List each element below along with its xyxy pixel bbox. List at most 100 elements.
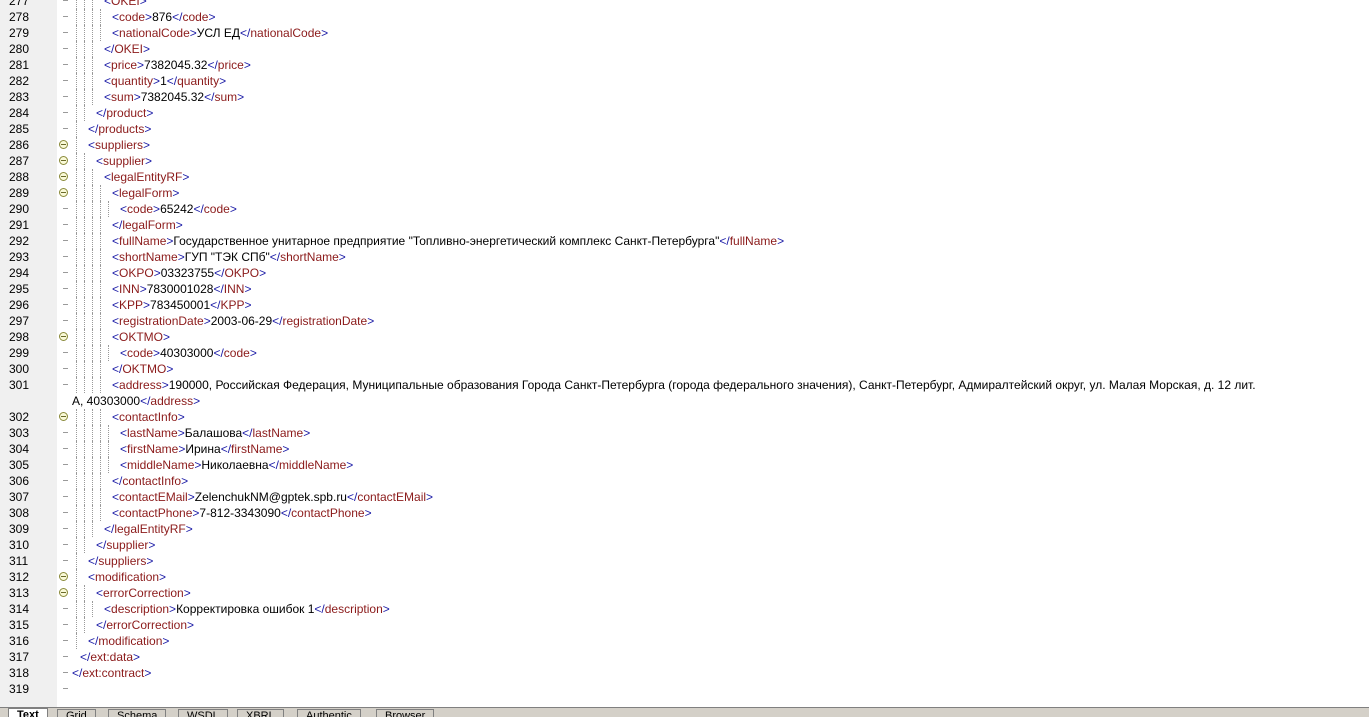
- xml-text-value: 7382045.32: [140, 90, 205, 104]
- fold-guide-tick: [63, 208, 68, 209]
- fold-collapse-icon[interactable]: [59, 140, 68, 149]
- xml-bracket: <: [112, 234, 120, 248]
- indent-guide: [84, 617, 86, 633]
- code-line[interactable]: 291 </legalForm>: [0, 217, 1369, 233]
- xml-bracket: </: [112, 474, 123, 488]
- code-line-continuation[interactable]: А, 40303000</address>: [0, 393, 1369, 409]
- xml-tag-name: address: [150, 394, 194, 408]
- code-text: <fullName>Государственное унитарное пред…: [112, 234, 784, 248]
- line-number: 304: [9, 442, 30, 456]
- xml-bracket: <: [88, 138, 96, 152]
- code-line[interactable]: 283 <sum>7382045.32</sum>: [0, 89, 1369, 105]
- code-line[interactable]: 295 <INN>7830001028</INN>: [0, 281, 1369, 297]
- code-line[interactable]: 318 </ext:contract>: [0, 665, 1369, 681]
- code-line[interactable]: 285 </products>: [0, 121, 1369, 137]
- code-line[interactable]: 293 <shortName>ГУП "ТЭК СПб"</shortName>: [0, 249, 1369, 265]
- fold-guide-tick: [63, 0, 68, 1]
- code-line[interactable]: 304 <firstName>Ирина</firstName>: [0, 441, 1369, 457]
- xml-tag-name: modification: [95, 570, 160, 584]
- code-line[interactable]: 282 <quantity>1</quantity>: [0, 73, 1369, 89]
- code-line[interactable]: 288 <legalEntityRF>: [0, 169, 1369, 185]
- code-line[interactable]: 300 </OKTMO>: [0, 361, 1369, 377]
- fold-collapse-icon[interactable]: [59, 588, 68, 597]
- indent-guide: [76, 473, 78, 489]
- code-line[interactable]: 294 <OKPO>03323755</OKPO>: [0, 265, 1369, 281]
- code-text: <code>876</code>: [112, 10, 215, 24]
- indent-guide: [92, 313, 94, 329]
- fold-collapse-icon[interactable]: [59, 188, 68, 197]
- code-text: <lastName>Балашова</lastName>: [120, 426, 310, 440]
- fold-collapse-icon[interactable]: [59, 412, 68, 421]
- xml-text-value: ГУП "ТЭК СПб": [184, 250, 270, 264]
- line-number: 285: [9, 122, 30, 136]
- xml-tag-name: nationalCode: [119, 26, 190, 40]
- line-number: 301: [9, 378, 30, 392]
- xml-bracket: >: [426, 490, 434, 504]
- code-line[interactable]: 299 <code>40303000</code>: [0, 345, 1369, 361]
- code-line[interactable]: 317 </ext:data>: [0, 649, 1369, 665]
- code-line[interactable]: 306 </contactInfo>: [0, 473, 1369, 489]
- code-line[interactable]: 292 <fullName>Государственное унитарное п…: [0, 233, 1369, 249]
- code-line[interactable]: 280 </OKEI>: [0, 41, 1369, 57]
- code-line[interactable]: 302 <contactInfo>: [0, 409, 1369, 425]
- line-number: 292: [9, 234, 30, 248]
- fold-collapse-icon[interactable]: [59, 156, 68, 165]
- xml-bracket: <: [112, 314, 120, 328]
- code-line[interactable]: 298 <OKTMO>: [0, 329, 1369, 345]
- fold-collapse-icon[interactable]: [59, 332, 68, 341]
- fold-guide-tick: [63, 528, 68, 529]
- code-line[interactable]: 319: [0, 681, 1369, 697]
- xml-bracket: >: [203, 314, 211, 328]
- code-line[interactable]: 316 </modification>: [0, 633, 1369, 649]
- xml-bracket: <: [104, 90, 112, 104]
- code-line[interactable]: 289 <legalForm>: [0, 185, 1369, 201]
- indent-guide: [76, 585, 78, 601]
- code-line[interactable]: 278 <code>876</code>: [0, 9, 1369, 25]
- xml-bracket: >: [146, 554, 154, 568]
- indent-guide: [100, 297, 102, 313]
- code-line[interactable]: 315 </errorCorrection>: [0, 617, 1369, 633]
- code-text: <suppliers>: [88, 138, 150, 152]
- code-line[interactable]: 313 <errorCorrection>: [0, 585, 1369, 601]
- code-text: </OKTMO>: [112, 362, 173, 376]
- xml-tag-name: INN: [119, 282, 140, 296]
- line-number: 287: [9, 154, 30, 168]
- code-line[interactable]: 279 <nationalCode>УСЛ ЕД</nationalCode>: [0, 25, 1369, 41]
- xml-editor[interactable]: 277 <OKEI> 278 <code>876</code> 279 <national…: [0, 0, 1369, 707]
- xml-bracket: </: [269, 250, 281, 264]
- code-line[interactable]: 290 <code>65242</code>: [0, 201, 1369, 217]
- code-line[interactable]: 312 <modification>: [0, 569, 1369, 585]
- xml-bracket: </: [88, 122, 99, 136]
- code-line[interactable]: 297 <registrationDate>2003-06-29</registr…: [0, 313, 1369, 329]
- xml-tag-name: registrationDate: [119, 314, 204, 328]
- code-line[interactable]: 301 <address>190000, Российская Федерация…: [0, 377, 1369, 393]
- fold-collapse-icon[interactable]: [59, 572, 68, 581]
- xml-bracket: <: [120, 346, 128, 360]
- indent-guide: [76, 105, 78, 121]
- xml-bracket: <: [104, 170, 112, 184]
- xml-bracket: <: [112, 378, 120, 392]
- code-line[interactable]: 296 <KPP>783450001</KPP>: [0, 297, 1369, 313]
- code-line[interactable]: 305 <middleName>Николаевна</middleName>: [0, 457, 1369, 473]
- code-line[interactable]: 277 <OKEI>: [0, 0, 1369, 9]
- line-number: 293: [9, 250, 30, 264]
- xml-tag-name: contactInfo: [122, 474, 182, 488]
- code-line[interactable]: 281 <price>7382045.32</price>: [0, 57, 1369, 73]
- xml-bracket: <: [112, 490, 120, 504]
- fold-collapse-icon[interactable]: [59, 172, 68, 181]
- code-line[interactable]: 286 <suppliers>: [0, 137, 1369, 153]
- indent-guide: [92, 41, 94, 57]
- code-line[interactable]: 311 </suppliers>: [0, 553, 1369, 569]
- code-line[interactable]: 309 </legalEntityRF>: [0, 521, 1369, 537]
- code-line[interactable]: 307 <contactEMail>ZelenchukNM@gptek.spb.r…: [0, 489, 1369, 505]
- indent-guide: [92, 0, 94, 9]
- code-line[interactable]: 303 <lastName>Балашова</lastName>: [0, 425, 1369, 441]
- xml-text-value: Николаевна: [201, 458, 269, 472]
- indent-guide: [84, 0, 86, 9]
- code-line[interactable]: 284 </product>: [0, 105, 1369, 121]
- code-line[interactable]: 310 </supplier>: [0, 537, 1369, 553]
- code-line[interactable]: 308 <contactPhone>7-812-3343090</contactP…: [0, 505, 1369, 521]
- code-line[interactable]: 287 <supplier>: [0, 153, 1369, 169]
- xml-tag-name: ext:contract: [82, 666, 145, 680]
- code-line[interactable]: 314 <description>Корректировка ошибок 1</…: [0, 601, 1369, 617]
